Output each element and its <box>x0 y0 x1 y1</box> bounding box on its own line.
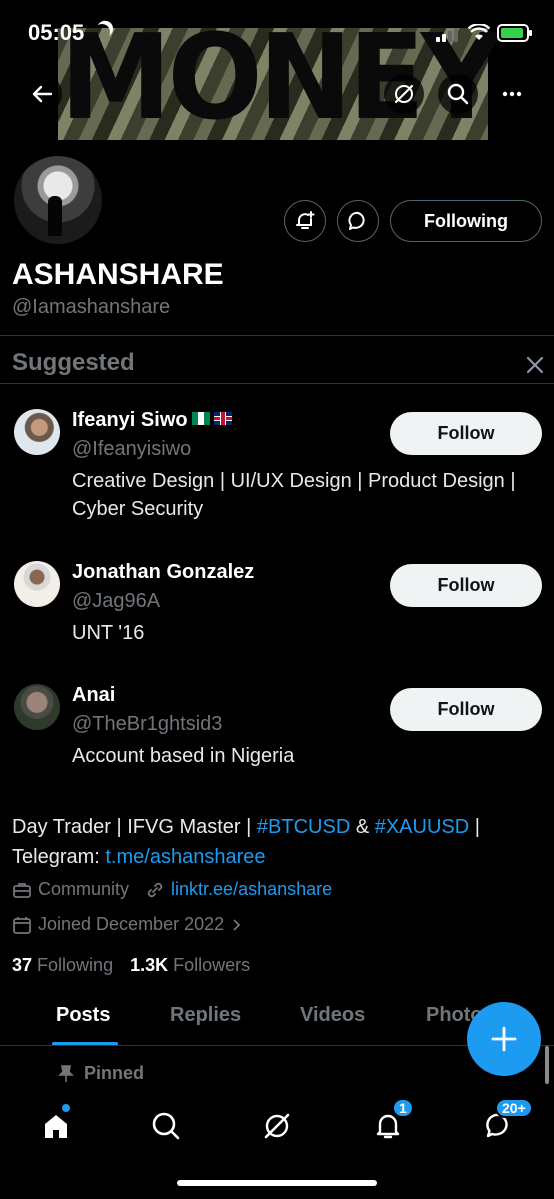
nav-home[interactable] <box>34 1104 78 1148</box>
calendar-icon <box>13 916 31 934</box>
followers-stat-label: Followers <box>173 955 251 975</box>
back-button[interactable] <box>22 74 62 114</box>
notifications-toggle-button[interactable] <box>284 200 326 242</box>
status-time: 05:05 <box>28 20 85 45</box>
divider <box>0 335 554 336</box>
suggested-user-bio: Creative Design | UI/UX Design | Product… <box>72 470 516 520</box>
joined-row[interactable]: Joined December 2022 <box>12 914 248 935</box>
profile-handle: @Iamashanshare <box>12 296 171 318</box>
hashtag-link[interactable]: #XAUUSD <box>375 816 469 838</box>
grok-icon <box>264 1113 290 1139</box>
nav-messages[interactable]: 20+ <box>477 1098 533 1148</box>
nigeria-flag-icon <box>191 412 210 425</box>
follow-button[interactable]: Follow <box>390 688 542 731</box>
profile-category: Community <box>38 879 130 899</box>
wifi-icon <box>468 24 490 40</box>
suggested-user-avatar[interactable] <box>14 684 60 730</box>
follow-button[interactable]: Follow <box>390 564 542 607</box>
profile-avatar[interactable] <box>10 152 106 248</box>
followers-stat[interactable]: 1.3K Followers <box>130 955 250 975</box>
search-icon <box>447 83 469 105</box>
notifications-badge: 1 <box>392 1098 414 1118</box>
bio-text: | <box>469 816 480 838</box>
suggested-user-bio: Account based in Nigeria <box>72 745 295 767</box>
suggested-user-avatar[interactable] <box>14 409 60 455</box>
bio-text: Telegram: <box>12 846 106 868</box>
do-not-disturb-icon <box>92 22 113 43</box>
chat-bubble-icon <box>348 211 365 230</box>
suggested-user-handle: @TheBr1ghtsid3 <box>72 713 223 735</box>
nav-notifications[interactable]: 1 <box>366 1098 414 1148</box>
suggested-user-handle: @Jag96A <box>72 590 161 612</box>
messages-badge: 20+ <box>495 1098 533 1118</box>
chevron-right-icon <box>233 918 241 931</box>
plus-icon <box>491 1026 517 1052</box>
follow-stats: 37 Following 1.3K Followers <box>12 955 250 976</box>
following-count: 37 <box>12 955 33 975</box>
profile-display-name: ASHANSHARE <box>12 258 224 291</box>
avatar-silhouette <box>48 196 62 236</box>
grok-button[interactable] <box>384 74 424 114</box>
more-horizontal-icon <box>502 91 522 97</box>
tab-posts[interactable]: Posts <box>56 1004 110 1027</box>
bio-text: Day Trader | IFVG Master | <box>12 816 257 838</box>
bell-plus-icon <box>296 211 315 229</box>
profile-bio: Day Trader | IFVG Master | #BTCUSD & #XA… <box>12 812 542 872</box>
bottom-navigation: 1 20+ <box>0 1090 554 1199</box>
close-icon[interactable] <box>522 352 548 378</box>
pinned-label: Pinned <box>58 1063 144 1084</box>
suggested-user-name-text: Ifeanyi Siwo <box>72 409 188 431</box>
nav-search[interactable] <box>144 1104 188 1148</box>
home-icon <box>45 1115 67 1138</box>
arrow-left-icon <box>32 85 53 103</box>
following-stat[interactable]: 37 Following <box>12 955 113 975</box>
link-icon <box>147 882 163 897</box>
following-stat-label: Following <box>37 955 114 975</box>
nav-grok[interactable] <box>255 1104 299 1148</box>
message-button[interactable] <box>337 200 379 242</box>
battery-icon <box>497 24 532 42</box>
uk-flag-icon <box>213 412 232 425</box>
search-button[interactable] <box>438 74 478 114</box>
telegram-link[interactable]: t.me/ashanshareе <box>105 846 265 868</box>
hashtag-link[interactable]: #BTCUSD <box>257 816 350 838</box>
compose-post-button[interactable] <box>467 1002 541 1076</box>
profile-meta-row: Community linktr.ee/ashanshare <box>12 879 332 900</box>
suggested-user-avatar[interactable] <box>14 561 60 607</box>
suggested-user-bio: UNT '16 <box>72 622 145 644</box>
website-link[interactable]: linktr.ee/ashanshare <box>171 879 332 900</box>
unread-dot <box>62 1104 70 1112</box>
status-bar: 05:05 <box>0 18 554 50</box>
more-options-button[interactable] <box>492 74 532 114</box>
suggested-user-name[interactable]: Anai <box>72 684 115 707</box>
pinned-text: Pinned <box>84 1063 145 1083</box>
joined-date: Joined December 2022 <box>38 914 225 934</box>
home-indicator[interactable] <box>177 1180 377 1186</box>
cellular-signal-icon <box>436 28 458 42</box>
suggested-user-name[interactable]: Ifeanyi Siwo <box>72 409 232 432</box>
suggested-user-handle: @Ifeanyisiwo <box>72 438 192 460</box>
followers-count: 1.3K <box>130 955 169 975</box>
bio-text: & <box>350 816 375 838</box>
following-button[interactable]: Following <box>390 200 542 242</box>
pin-icon <box>58 1064 74 1082</box>
divider <box>0 383 554 384</box>
follow-button[interactable]: Follow <box>390 412 542 455</box>
suggested-heading: Suggested <box>12 349 135 376</box>
scrollbar[interactable] <box>545 1046 549 1084</box>
grok-icon <box>394 84 414 104</box>
briefcase-icon <box>13 882 31 898</box>
tab-replies[interactable]: Replies <box>170 1004 241 1027</box>
search-icon <box>152 1112 180 1140</box>
tab-videos[interactable]: Videos <box>300 1004 365 1027</box>
suggested-user-name[interactable]: Jonathan Gonzalez <box>72 561 254 584</box>
